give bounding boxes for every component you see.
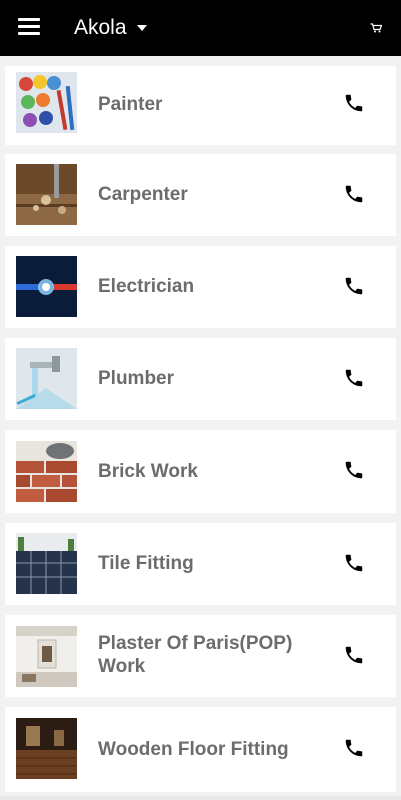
phone-icon[interactable] bbox=[343, 737, 365, 759]
service-title: Tile Fitting bbox=[98, 553, 194, 574]
service-card-painter[interactable]: Painter bbox=[5, 66, 396, 145]
phone-icon[interactable] bbox=[343, 183, 365, 205]
paint-cans-image bbox=[16, 72, 77, 133]
service-card-carpenter[interactable]: Carpenter bbox=[5, 154, 396, 236]
service-title: Plaster Of Paris(POP) Work bbox=[98, 633, 293, 677]
menu-icon[interactable] bbox=[18, 18, 40, 36]
electric-wire-image bbox=[16, 256, 77, 317]
service-title: Painter bbox=[98, 94, 163, 115]
service-title: Carpenter bbox=[98, 184, 188, 205]
service-card-electrician[interactable]: Electrician bbox=[5, 246, 396, 328]
app-bar: Akola bbox=[0, 0, 401, 56]
service-card-plumber[interactable]: Plumber bbox=[5, 338, 396, 420]
service-card-tile-fitting[interactable]: Tile Fitting bbox=[5, 523, 396, 605]
bottom-divider bbox=[0, 796, 401, 800]
tiled-floor-image bbox=[16, 533, 77, 594]
service-title: Wooden Floor Fitting bbox=[98, 739, 289, 760]
wood-drill-image bbox=[16, 164, 77, 225]
brick-wall-image bbox=[16, 441, 77, 502]
service-title: Plumber bbox=[98, 368, 175, 389]
city-label: Akola bbox=[74, 16, 127, 39]
cart-icon[interactable] bbox=[370, 23, 382, 33]
service-card-pop-work[interactable]: Plaster Of Paris(POP) Work bbox=[5, 615, 396, 697]
phone-icon[interactable] bbox=[343, 459, 365, 481]
pop-ceiling-image bbox=[16, 626, 77, 687]
phone-icon[interactable] bbox=[343, 367, 365, 389]
service-title: Electrician bbox=[98, 276, 195, 297]
service-card-wooden-floor-fitting[interactable]: Wooden Floor Fitting bbox=[5, 707, 396, 792]
service-card-brick-work[interactable]: Brick Work bbox=[5, 430, 396, 513]
phone-icon[interactable] bbox=[343, 275, 365, 297]
phone-icon[interactable] bbox=[343, 552, 365, 574]
caret-down-icon bbox=[136, 25, 147, 31]
water-faucet-image bbox=[16, 348, 77, 409]
wooden-floor-image bbox=[16, 718, 77, 779]
phone-icon[interactable] bbox=[343, 644, 365, 666]
city-selector[interactable]: Akola bbox=[74, 16, 147, 40]
phone-icon[interactable] bbox=[343, 92, 365, 114]
service-title: Brick Work bbox=[98, 461, 198, 482]
